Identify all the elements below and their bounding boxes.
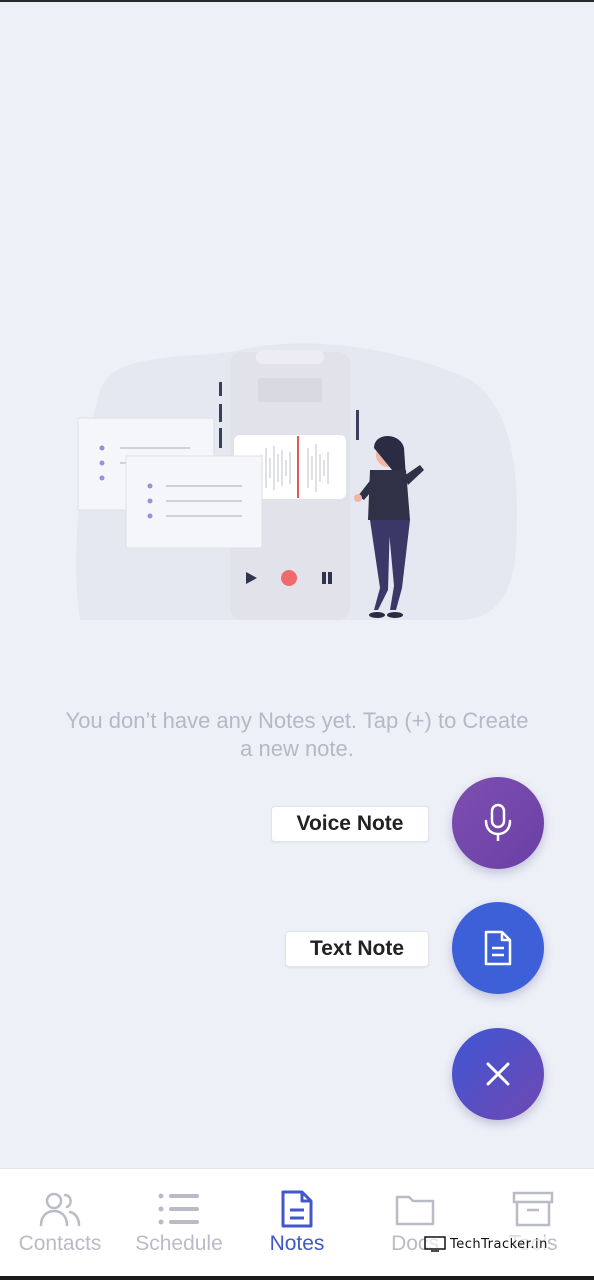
- nav-item-docs[interactable]: Docs: [356, 1169, 474, 1277]
- nav-label-schedule: Schedule: [135, 1232, 223, 1255]
- contacts-icon: [39, 1192, 81, 1227]
- close-icon: [486, 1062, 510, 1086]
- nav-item-notes[interactable]: Notes: [238, 1169, 356, 1277]
- text-note-label[interactable]: Text Note: [285, 931, 429, 967]
- notes-icon: [281, 1190, 313, 1228]
- nav-item-schedule[interactable]: Schedule: [120, 1169, 238, 1277]
- list-icon: [158, 1193, 199, 1225]
- text-note-button[interactable]: [452, 902, 544, 994]
- voice-note-label[interactable]: Voice Note: [271, 806, 429, 842]
- empty-state-message: You don’t have any Notes yet. Tap (+) to…: [65, 708, 529, 761]
- bottom-navigation: Contacts Schedule Notes Docs: [0, 1168, 594, 1277]
- bottom-border: [0, 1276, 594, 1280]
- watermark-text: TechTracker.in: [450, 1236, 548, 1252]
- nav-item-tools[interactable]: Tools: [474, 1169, 592, 1277]
- nav-label-notes: Notes: [269, 1232, 325, 1255]
- top-border: [0, 0, 594, 2]
- folder-icon: [395, 1195, 435, 1226]
- monitor-icon: [424, 1236, 446, 1252]
- nav-label-contacts: Contacts: [18, 1232, 102, 1255]
- archive-icon: [512, 1191, 554, 1227]
- watermark: TechTracker.in: [424, 1236, 548, 1252]
- empty-notes-illustration: [76, 343, 518, 620]
- record-icon: [281, 570, 297, 586]
- document-icon: [484, 930, 512, 966]
- microphone-icon: [484, 803, 512, 841]
- pause-icon: [322, 572, 326, 584]
- close-fab-button[interactable]: [452, 1028, 544, 1120]
- nav-item-contacts[interactable]: Contacts: [1, 1169, 119, 1277]
- voice-note-button[interactable]: [452, 777, 544, 869]
- phone-notch: [256, 350, 324, 364]
